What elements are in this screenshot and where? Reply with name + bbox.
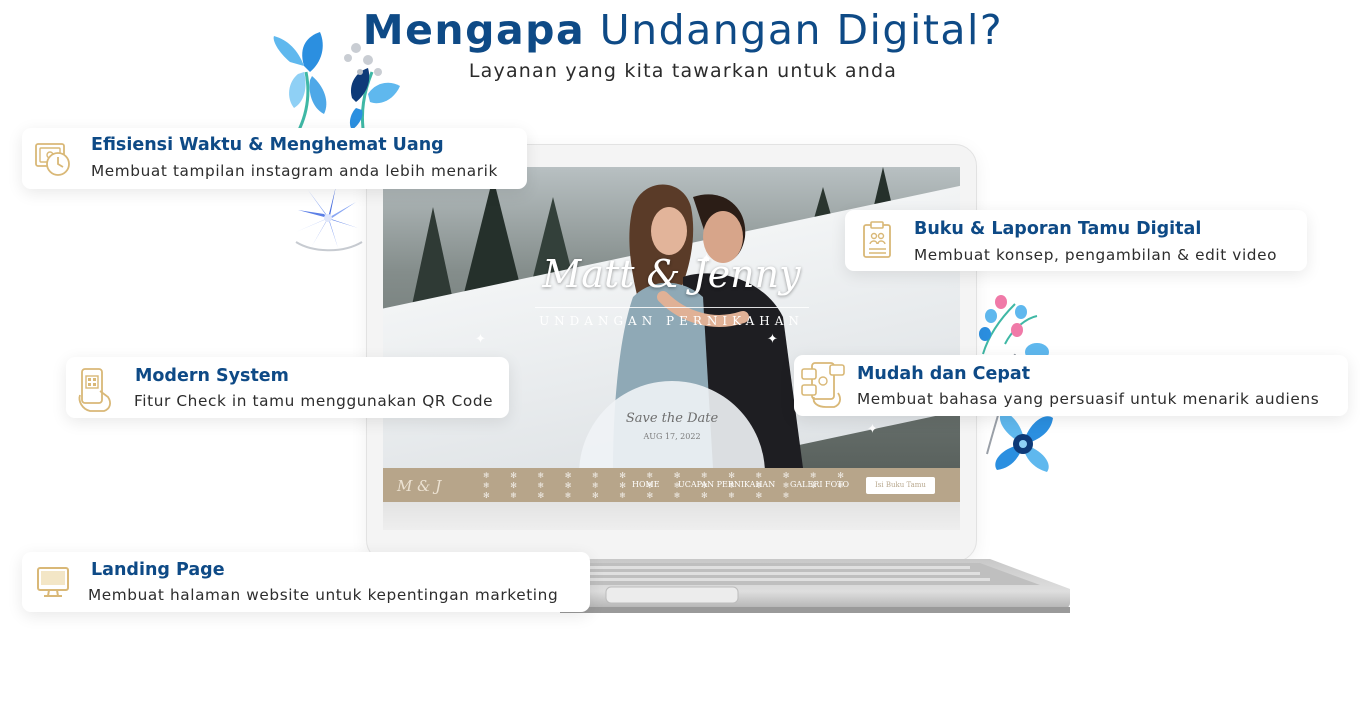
feature-card-fast-easy: Mudah dan Cepat Membuat bahasa yang pers…	[794, 355, 1348, 416]
feature-title: Mudah dan Cepat	[857, 364, 1031, 384]
laptop-keyboard-base	[560, 559, 1070, 613]
feature-card-time-saving: Efisiensi Waktu & Menghemat Uang Membuat…	[22, 128, 527, 189]
monitor-icon	[37, 567, 69, 597]
guestbook-button[interactable]: Isi Buku Tamu	[866, 477, 935, 494]
sparkle-icon: ✦	[701, 252, 712, 267]
site-nav-bar: ❄ ✻ ❄ ✻ ❄ ✻ ❄ ✻ ❄ ✻ ❄ ✻ ❄ ✻ ❄ ✻ ❄ ✻ ❄ ✻ …	[383, 468, 960, 502]
invitation-heading: UNDANGAN PERNIKAHAN	[539, 314, 804, 328]
qr-phone-icon	[78, 368, 111, 412]
wedding-date: AUG 17, 2022	[643, 432, 701, 441]
feature-title: Modern System	[135, 366, 289, 386]
guest-book-icon	[863, 221, 891, 258]
feature-description: Membuat konsep, pengambilan & edit video	[914, 246, 1278, 264]
page-title: Mengapa Undangan Digital?	[0, 6, 1360, 54]
nav-photo-gallery[interactable]: GALERI FOTO	[790, 480, 849, 489]
feature-card-modern-system: Modern System Fitur Check in tamu menggu…	[66, 357, 509, 418]
laptop-mockup: Matt & Jenny UNDANGAN PERNIKAHAN ✦ ✦ ✦ ✦…	[362, 144, 977, 564]
social-phone-icon	[801, 362, 845, 408]
feature-title: Buku & Laporan Tamu Digital	[914, 219, 1202, 239]
feature-description: Membuat tampilan instagram anda lebih me…	[91, 162, 498, 180]
sparkle-icon: ✦	[475, 332, 486, 347]
feature-description: Fitur Check in tamu menggunakan QR Code	[134, 392, 494, 410]
nav-home[interactable]: HOME	[632, 480, 660, 489]
names-divider	[535, 307, 809, 308]
feature-card-landing-page: Landing Page Membuat halaman website unt…	[22, 552, 590, 612]
feature-card-guest-book: Buku & Laporan Tamu Digital Membuat kons…	[845, 210, 1307, 271]
feature-description: Membuat halaman website untuk kepentinga…	[88, 586, 559, 604]
feature-title: Efisiensi Waktu & Menghemat Uang	[91, 135, 444, 155]
top-flower-decoration	[273, 32, 400, 136]
save-the-date-title: Save the Date	[625, 411, 719, 426]
sparkle-icon: ✦	[767, 332, 778, 347]
page-subtitle: Layanan yang kita tawarkan untuk anda	[468, 60, 898, 82]
sparkle-icon: ✦	[867, 422, 878, 437]
nav-wedding-wishes[interactable]: UCAPAN PERNIKAHAN	[678, 480, 775, 489]
left-flower-decoration	[295, 186, 363, 252]
feature-description: Membuat bahasa yang persuasif untuk mena…	[857, 390, 1320, 408]
clock-money-icon	[35, 143, 70, 176]
site-monogram: M & J	[397, 477, 442, 495]
screen-bottom-area	[383, 502, 960, 530]
page-title-rest: Undangan Digital?	[585, 6, 1004, 54]
feature-title: Landing Page	[91, 560, 225, 580]
